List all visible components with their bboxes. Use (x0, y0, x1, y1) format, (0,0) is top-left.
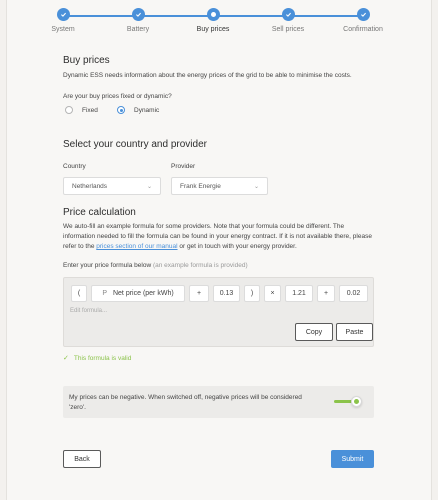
step-label: Sell prices (271, 26, 305, 33)
buy-prices-title: Buy prices (63, 55, 110, 66)
country-label: Country (63, 163, 86, 170)
check-icon (131, 8, 145, 21)
submit-button[interactable]: Submit (331, 450, 374, 468)
radio-circle-selected (117, 106, 125, 114)
country-select[interactable]: Netherlands ⌄ (63, 177, 161, 195)
provider-value: Frank Energie (180, 182, 221, 190)
provider-section-title: Select your country and provider (63, 139, 207, 150)
buy-prices-question: Are your buy prices fixed or dynamic? (63, 93, 172, 100)
paste-button[interactable]: Paste (336, 323, 373, 341)
manual-prices-link[interactable]: prices section of our manual (96, 243, 177, 250)
formula-hint: (an example formula is provided) (152, 262, 248, 269)
buy-prices-description: Dynamic ESS needs information about the … (63, 72, 352, 79)
provider-select[interactable]: Frank Energie ⌄ (171, 177, 268, 195)
provider-label: Provider (171, 163, 196, 170)
formula-token[interactable]: 0.13 (213, 285, 240, 302)
formula-label-text: Enter your price formula below (63, 262, 152, 269)
chevron-down-icon: ⌄ (146, 183, 152, 190)
formula-token[interactable]: + (189, 285, 209, 302)
radio-label: Dynamic (134, 106, 160, 114)
negative-prices-text: My prices can be negative. When switched… (69, 394, 302, 411)
formula-editor: ( P Net price (per kWh) + 0.13 ) × 1.21 … (63, 277, 374, 347)
price-calc-description: We auto-fill an example formula for some… (63, 222, 377, 252)
check-icon (281, 8, 295, 21)
negative-prices-panel: My prices can be negative. When switched… (63, 386, 374, 418)
toggle-knob (351, 396, 362, 407)
formula-token-variable[interactable]: P Net price (per kWh) (91, 285, 185, 302)
variable-name: Net price (per kWh) (112, 290, 174, 297)
formula-token[interactable]: ( (71, 285, 87, 302)
radio-dynamic[interactable]: Dynamic (117, 106, 159, 114)
step-label: Battery (126, 26, 150, 33)
formula-token[interactable]: + (317, 285, 335, 302)
copy-button[interactable]: Copy (295, 323, 333, 341)
check-icon: ✓ (63, 355, 69, 362)
current-step-icon (206, 8, 220, 21)
edit-formula-input[interactable]: Edit formula... (70, 308, 107, 314)
formula-valid-status: ✓ This formula is valid (63, 354, 132, 363)
check-icon (356, 8, 370, 21)
description-text: or get in touch with your energy provide… (179, 243, 297, 250)
formula-label: Enter your price formula below (an examp… (63, 261, 248, 271)
step-label: Confirmation (343, 26, 383, 33)
step-label: Buy prices (196, 26, 230, 33)
step-confirmation[interactable]: Confirmation (323, 8, 403, 33)
back-button[interactable]: Back (63, 450, 101, 468)
step-battery[interactable]: Battery (98, 8, 178, 33)
formula-token[interactable]: ) (244, 285, 260, 302)
chevron-down-icon: ⌄ (253, 183, 259, 190)
radio-circle (65, 106, 73, 114)
progress-stepper: System Battery Buy prices Sell prices Co… (7, 0, 431, 40)
formula-token[interactable]: 1.21 (285, 285, 313, 302)
negative-prices-toggle[interactable] (332, 396, 362, 408)
formula-token[interactable]: × (264, 285, 281, 302)
radio-fixed[interactable]: Fixed (65, 106, 98, 114)
step-system[interactable]: System (23, 8, 103, 33)
country-value: Netherlands (72, 182, 108, 190)
radio-label: Fixed (82, 106, 98, 114)
step-label: System (51, 26, 75, 33)
step-sell-prices[interactable]: Sell prices (248, 8, 328, 33)
check-icon (56, 8, 70, 21)
valid-text: This formula is valid (73, 354, 132, 362)
price-calc-title: Price calculation (63, 207, 136, 218)
formula-token[interactable]: 0.02 (339, 285, 368, 302)
step-buy-prices[interactable]: Buy prices (173, 8, 253, 33)
variable-icon: P (102, 290, 107, 297)
wizard-panel: System Battery Buy prices Sell prices Co… (6, 0, 432, 500)
